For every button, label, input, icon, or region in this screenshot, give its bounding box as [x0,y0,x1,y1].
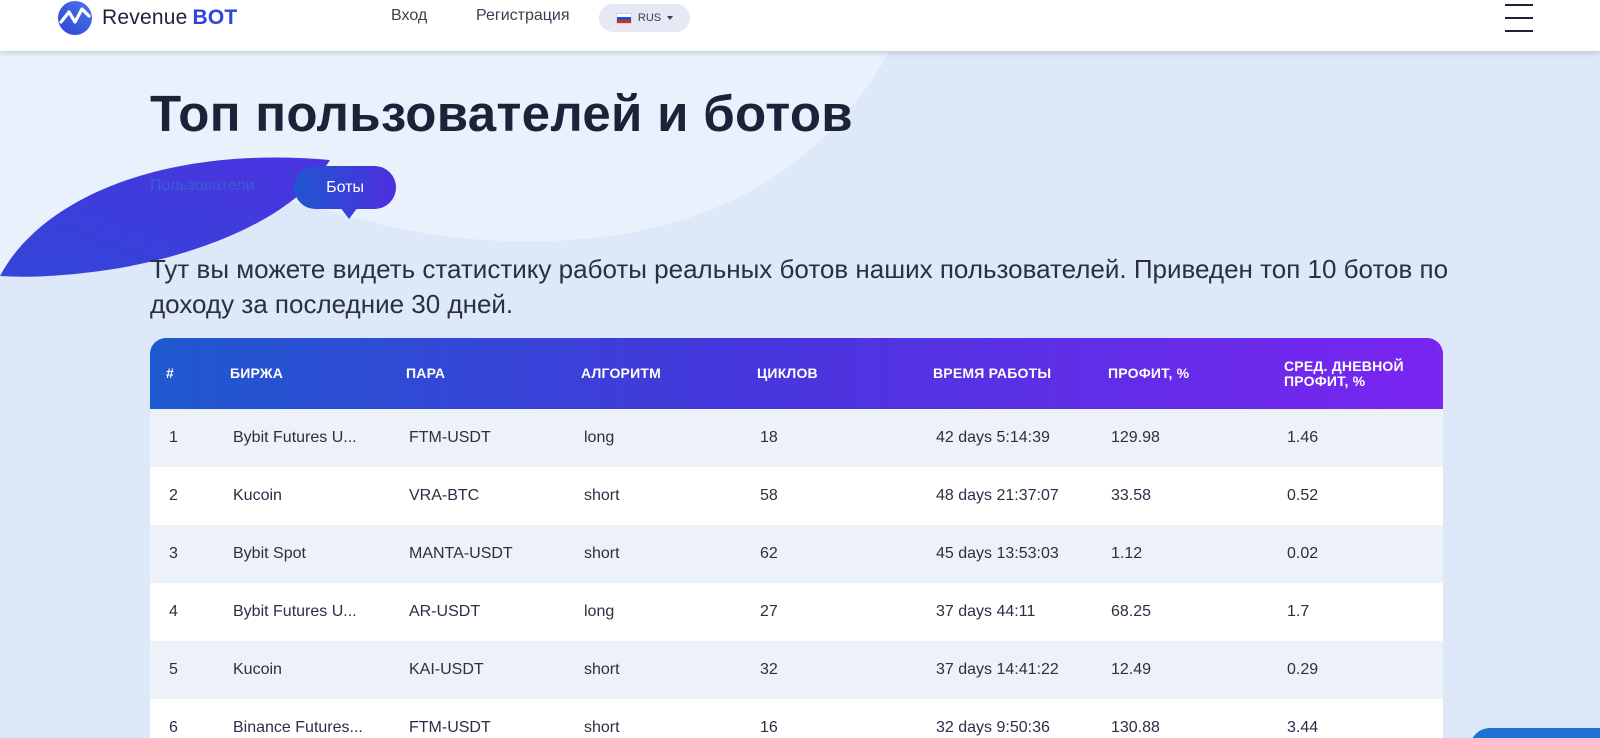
cell-exchange: Bybit Spot [233,545,306,562]
cell-algorithm: long [584,603,615,620]
cell-exchange: Kucoin [233,487,282,504]
cell-pair: AR-USDT [409,603,481,620]
cell-profit: 130.88 [1111,719,1160,736]
menu-line [1505,30,1533,32]
active-tab-pointer [340,207,358,219]
cell-avg-daily-profit: 0.29 [1287,661,1319,678]
column-header-pair: ПАРА [406,365,446,381]
register-link[interactable]: Регистрация [476,7,570,25]
logo-icon [58,1,92,35]
table-row: 4 Bybit Futures U... AR-USDT long 27 37 … [150,583,1443,641]
page: Revenue BOT Вход Регистрация RUS Топ поль… [0,0,1600,738]
cell-profit: 1.12 [1111,545,1143,562]
column-header-uptime: ВРЕМЯ РАБОТЫ [933,365,1052,381]
table-row: 1 Bybit Futures U... FTM-USDT long 18 42… [150,409,1443,467]
menu-line [1505,17,1533,19]
cell-algorithm: short [584,545,620,562]
cell-algorithm: short [584,719,620,736]
cell-profit: 68.25 [1111,603,1152,620]
cell-rank: 6 [169,719,178,736]
column-header-cycles: ЦИКЛОВ [757,365,818,381]
cell-rank: 1 [169,429,178,446]
top-bots-table: # БИРЖА ПАРА АЛГОРИТМ ЦИКЛОВ ВРЕМЯ РАБОТ… [150,338,1443,738]
cell-uptime: 48 days 21:37:07 [936,487,1059,504]
cell-profit: 33.58 [1111,487,1152,504]
column-header-exchange: БИРЖА [230,365,284,381]
cell-profit: 129.98 [1111,429,1160,446]
table-header: # БИРЖА ПАРА АЛГОРИТМ ЦИКЛОВ ВРЕМЯ РАБОТ… [150,338,1443,409]
tab-bots[interactable]: Боты [294,166,396,209]
page-title: Топ пользователей и ботов [150,85,853,142]
logo-text: Revenue BOT [102,6,237,30]
column-header-avg-daily-profit: СРЕД. ДНЕВНОЙ ПРОФИТ, % [1284,357,1404,389]
cell-pair: FTM-USDT [409,429,491,446]
cell-avg-daily-profit: 1.7 [1287,603,1310,620]
chat-widget-button[interactable] [1470,728,1600,738]
column-header-algorithm: АЛГОРИТМ [581,365,661,381]
cell-cycles: 27 [760,603,778,620]
cell-pair: FTM-USDT [409,719,491,736]
cell-rank: 4 [169,603,178,620]
menu-line [1505,4,1533,6]
column-header-profit: ПРОФИТ, % [1108,365,1190,381]
cell-uptime: 32 days 9:50:36 [936,719,1050,736]
table-row: 5 Kucoin KAI-USDT short 32 37 days 14:41… [150,641,1443,699]
login-link[interactable]: Вход [391,7,427,25]
cell-exchange: Kucoin [233,661,282,678]
chevron-down-icon [667,16,674,20]
cell-uptime: 37 days 14:41:22 [936,661,1059,678]
cell-cycles: 58 [760,487,778,504]
table-row: 6 Binance Futures... FTM-USDT short 16 3… [150,699,1443,738]
cell-avg-daily-profit: 3.44 [1287,719,1319,736]
table-row: 3 Bybit Spot MANTA-USDT short 62 45 days… [150,525,1443,583]
cell-uptime: 42 days 5:14:39 [936,429,1050,446]
cell-exchange: Binance Futures... [233,719,363,736]
logo-brand-bold: BOT [192,6,238,29]
russia-flag-icon [615,12,632,24]
cell-cycles: 16 [760,719,778,736]
cell-pair: KAI-USDT [409,661,484,678]
cell-uptime: 37 days 44:11 [936,603,1036,620]
logo-brand: Revenue [102,6,188,29]
cell-algorithm: short [584,661,620,678]
cell-uptime: 45 days 13:53:03 [936,545,1059,562]
language-selector[interactable]: RUS [599,4,690,32]
cell-rank: 5 [169,661,178,678]
cell-exchange: Bybit Futures U... [233,429,357,446]
cell-cycles: 62 [760,545,778,562]
cell-rank: 2 [169,487,178,504]
hamburger-menu-button[interactable] [1505,0,1535,34]
cell-algorithm: short [584,487,620,504]
cell-rank: 3 [169,545,178,562]
cell-pair: MANTA-USDT [409,545,513,562]
page-description: Тут вы можете видеть статистику работы р… [150,254,1449,319]
cell-cycles: 18 [760,429,778,446]
cell-profit: 12.49 [1111,661,1152,678]
top-header: Revenue BOT Вход Регистрация RUS [0,0,1600,51]
cell-avg-daily-profit: 0.02 [1287,545,1319,562]
table-row: 2 Kucoin VRA-BTC short 58 48 days 21:37:… [150,467,1443,525]
language-label: RUS [637,12,662,24]
tab-users[interactable]: Пользователи [150,177,254,195]
logo[interactable]: Revenue BOT [56,0,237,36]
cell-exchange: Bybit Futures U... [233,603,357,620]
cell-pair: VRA-BTC [409,487,480,504]
cell-algorithm: long [584,429,615,446]
cell-avg-daily-profit: 0.52 [1287,487,1319,504]
column-header-rank: # [166,365,174,381]
cell-avg-daily-profit: 1.46 [1287,429,1319,446]
cell-cycles: 32 [760,661,778,678]
